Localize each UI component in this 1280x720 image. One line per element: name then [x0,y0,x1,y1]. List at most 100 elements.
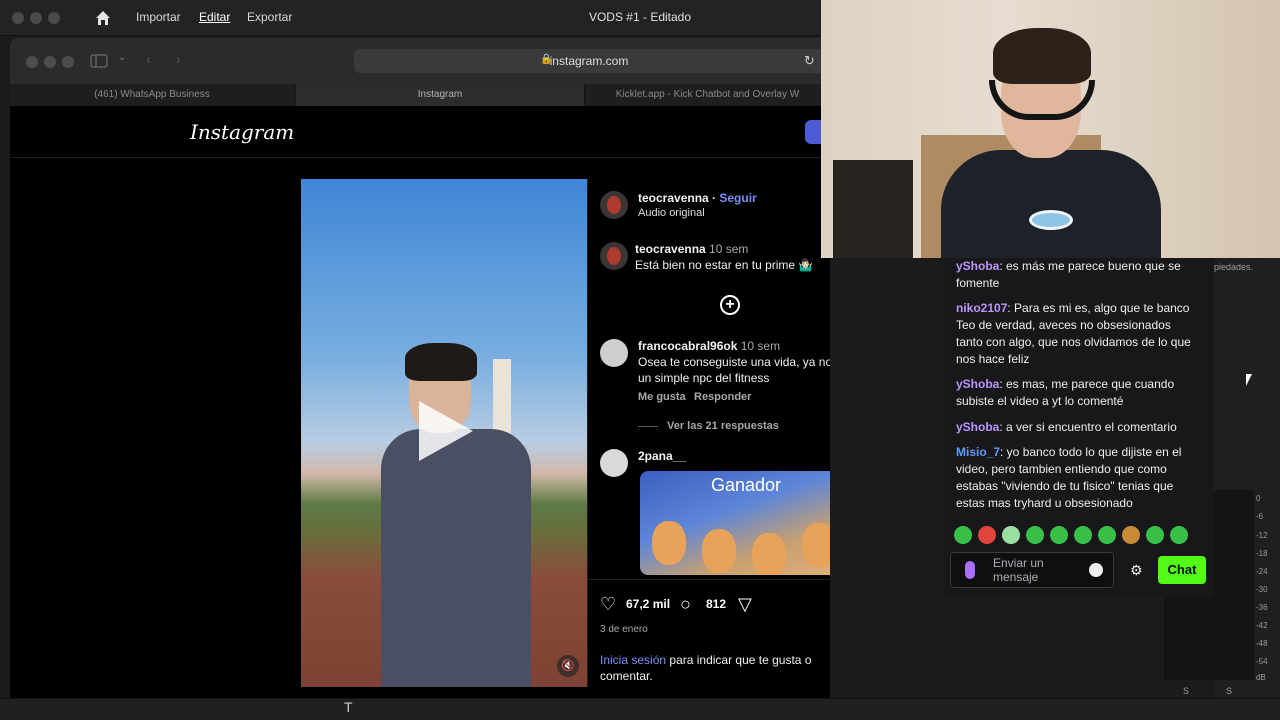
comment-icon[interactable]: ○ [680,594,691,615]
streamer-hair [993,28,1091,84]
db-label: dB [1256,673,1266,682]
chat-message: yShoba: a ver si encuentro el comentario [956,419,1192,436]
emote-icon[interactable] [1146,526,1164,544]
emote-icon[interactable] [978,526,996,544]
url-text: instagram.com [549,54,629,68]
shirt-logo [1029,210,1073,230]
chat-username: yShoba [956,259,1000,273]
chat-username: Misio_7 [956,445,1001,459]
emote-icon[interactable] [1122,526,1140,544]
db-label: -54 [1256,657,1268,666]
chat-message: yShoba: es más me parece bueno que se fo… [956,258,1192,292]
instagram-header: Instagram [10,106,830,158]
text-tool-icon[interactable]: T [344,699,353,715]
chat-message: niko2107: Para es mi es, algo que te ban… [956,300,1192,368]
chat-input-placeholder: Enviar un mensaje [993,556,1044,584]
send-chat-button[interactable]: Chat [1158,556,1206,584]
chat-input[interactable]: Enviar un mensaje [950,552,1114,588]
chat-username: yShoba [956,420,1000,434]
browser-zoom-button[interactable] [62,56,74,68]
emoji-picker-icon[interactable] [1089,563,1103,577]
db-label: -6 [1256,512,1264,521]
comment-time: 10 sem [740,339,781,353]
tab-label: Instagram [417,89,463,100]
comment-text: Osea te conseguiste una vida, ya no sos … [638,355,830,385]
minimize-window-button[interactable] [30,12,42,24]
chat-username: niko2107 [956,301,1008,315]
menu-exportar[interactable]: Exportar [247,10,292,24]
emote-icon[interactable] [954,526,972,544]
gear-icon[interactable]: ⚙ [1130,562,1143,579]
address-bar[interactable]: 🔒 instagram.com ↻ [354,49,824,73]
emote-icon[interactable] [1098,526,1116,544]
browser-close-button[interactable] [26,56,38,68]
tab-bar: (461) WhatsApp Business Instagram Kickle… [10,84,830,106]
mic-icon[interactable] [965,561,975,579]
chevron-down-icon[interactable]: ⌄ [118,52,126,63]
gif-cat [752,533,786,575]
login-link[interactable]: Inicia sesión [600,653,666,667]
emote-icon[interactable] [1050,526,1068,544]
db-label: -36 [1256,603,1268,612]
emote-icon[interactable] [1002,526,1020,544]
meter-channel-label: S [1183,686,1190,696]
instagram-logo[interactable]: Instagram [190,120,294,144]
db-label: -12 [1256,531,1268,540]
browser-minimize-button[interactable] [44,56,56,68]
emote-icon[interactable] [1170,526,1188,544]
post-actions: ♡ 67,2 mil ○ 812 ▽ ⚑ 3 de enero Inicia s… [588,579,830,687]
post-author[interactable]: teocravenna · Seguir [638,191,757,205]
plus-circle-icon[interactable]: + [720,295,740,315]
caption-avatar[interactable] [600,242,628,270]
properties-label: piedades. [1214,262,1254,272]
emote-bar [952,524,1202,546]
audio-label[interactable]: Audio original [638,207,705,219]
emote-icon[interactable] [1074,526,1092,544]
forward-arrow-icon[interactable]: › [176,51,181,67]
close-window-button[interactable] [12,12,24,24]
document-title: VODS #1 - Editado [588,10,692,24]
like-comment-link[interactable]: Me gusta [638,391,686,403]
chat-username: yShoba [956,377,1000,391]
reel-video[interactable]: 🔇 [301,179,587,687]
db-label: -42 [1256,621,1268,630]
heart-icon[interactable]: ♡ [600,594,616,615]
webcam-overlay [821,0,1280,258]
home-icon[interactable] [94,9,112,27]
reply-link[interactable]: Responder [694,391,751,403]
comment-author[interactable]: 2pana__ [638,449,686,463]
author-avatar[interactable] [600,191,628,219]
tab-label: Kicklet.app - Kick Chatbot and Overlay W [615,89,800,100]
menu-importar[interactable]: Importar [136,10,181,24]
tab-whatsapp[interactable]: (461) WhatsApp Business [10,84,295,106]
webcam-shelf [833,160,913,258]
editor-timeline-bar: T [0,698,1280,720]
meter-channel-label: S [1226,686,1233,696]
kick-chat-overlay: yShoba: es más me parece bueno que se fo… [944,258,1214,598]
video-person [381,429,531,687]
share-icon[interactable]: ▽ [738,594,752,615]
comment-author[interactable]: francocabral96ok 10 sem [638,339,780,353]
login-prompt: Inicia sesión para indicar que te gusta … [600,652,830,684]
tab-instagram[interactable]: Instagram [296,84,585,106]
caption-author[interactable]: teocravenna 10 sem [635,242,748,256]
browser-toolbar: ⌄ ‹ › 🔒 instagram.com ↻ [10,38,830,84]
follow-button[interactable]: Seguir [719,191,756,205]
comment-avatar[interactable] [600,449,628,477]
tab-kicklet[interactable]: Kicklet.app - Kick Chatbot and Overlay W [586,84,830,106]
mute-icon[interactable]: 🔇 [557,655,579,677]
view-replies-link[interactable]: Ver las 21 respuestas [667,420,779,432]
play-icon[interactable] [419,401,473,461]
reload-icon[interactable]: ↻ [804,53,815,69]
likes-count: 67,2 mil [626,597,671,611]
comments-count: 812 [706,597,727,611]
streamer-torso [941,150,1161,258]
gif-cat [702,529,736,573]
chat-message: yShoba: es mas, me parece que cuando sub… [956,376,1192,410]
sidebar-toggle-icon[interactable] [90,54,108,68]
menu-editar[interactable]: Editar [199,10,230,24]
back-arrow-icon[interactable]: ‹ [146,51,151,67]
comment-avatar[interactable] [600,339,628,367]
emote-icon[interactable] [1026,526,1044,544]
zoom-window-button[interactable] [48,12,60,24]
